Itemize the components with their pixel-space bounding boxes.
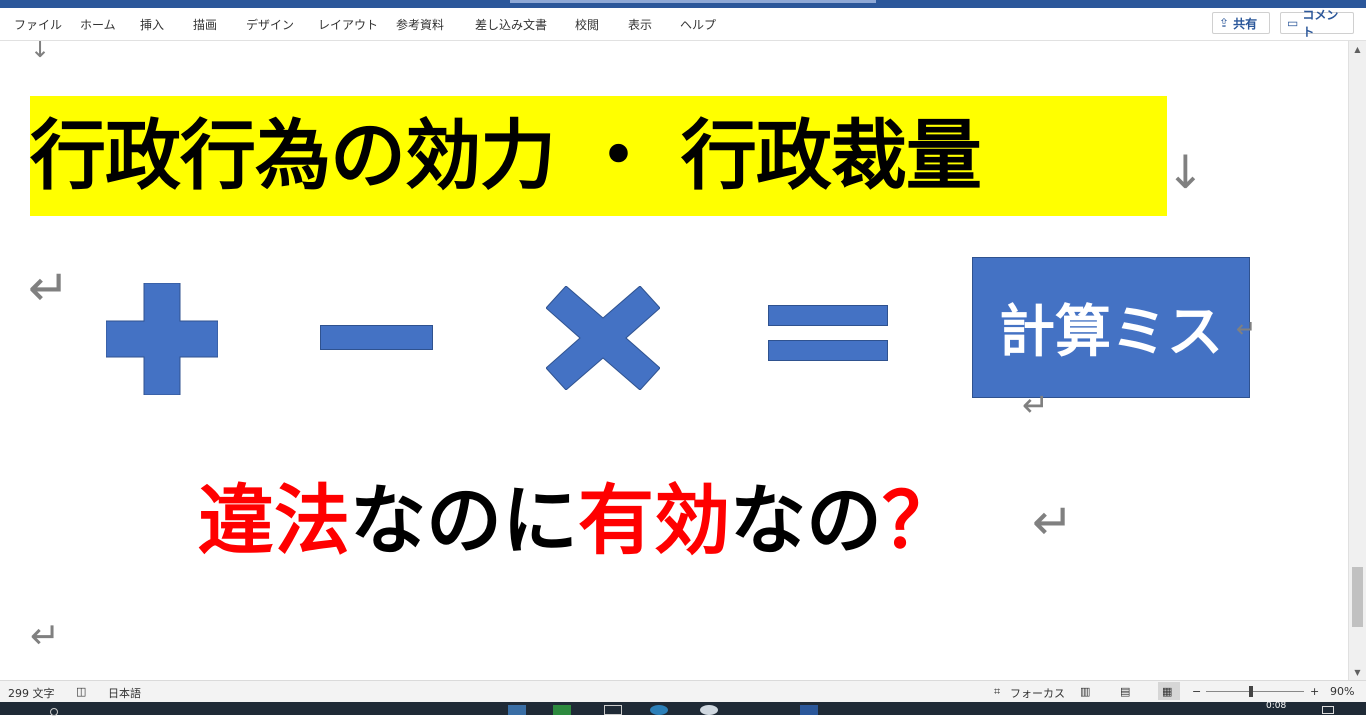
taskbar-app-2-icon[interactable] [553,705,571,715]
question-line: 違法なのに有効なの？ [198,471,958,571]
comment-icon: ▭ [1287,16,1299,30]
tab-home[interactable]: ホーム [80,16,116,33]
title-bar-strip [0,0,1366,8]
document-title: 行政行為の効力 ・ 行政裁量 [30,111,982,200]
scroll-thumb[interactable] [1352,567,1363,627]
calc-mistake-box[interactable]: 計算ミス [972,257,1250,398]
vertical-scrollbar[interactable]: ▲ ▼ [1348,41,1366,680]
tab-review[interactable]: 校閲 [575,16,599,33]
tab-help[interactable]: ヘルプ [680,16,716,33]
question-illegal: 違法 [198,476,350,565]
taskbar-browser-icon[interactable] [650,705,668,715]
print-layout-icon[interactable]: ▤ [1120,685,1130,698]
question-valid: 有効 [578,476,730,565]
line-break-mark-title: ↓ [1166,145,1205,199]
minus-shape[interactable] [320,325,433,351]
zoom-level[interactable]: 90% [1330,685,1354,698]
zoom-slider-track[interactable] [1206,691,1304,692]
comments-label: コメント [1302,8,1339,39]
taskbar: 0:08 [0,702,1366,716]
scroll-down-icon[interactable]: ▼ [1349,664,1366,680]
multiply-shape[interactable] [546,286,660,390]
question-mark: ？ [882,476,958,565]
taskbar-word-icon[interactable] [800,705,818,715]
taskbar-app-3-icon[interactable] [604,705,622,715]
web-layout-glyph: ▦ [1162,685,1173,698]
paragraph-mark-top: ↓ [30,41,51,63]
tab-view[interactable]: 表示 [628,16,652,33]
tab-file[interactable]: ファイル [14,16,62,33]
zoom-in-button[interactable]: + [1310,685,1319,698]
paragraph-mark-2: ↵ [1022,386,1049,424]
share-icon: ⇪ [1219,16,1230,30]
comments-button[interactable]: ▭ コメント [1280,8,1354,39]
share-label: 共有 [1233,16,1258,31]
zoom-slider-thumb[interactable] [1249,686,1253,697]
share-button[interactable]: ⇪ 共有 [1212,12,1270,34]
paragraph-mark-box: ↵ [1236,315,1257,343]
tab-insert[interactable]: 挿入 [140,16,164,33]
tab-layout[interactable]: レイアウト [318,16,378,33]
tab-draw[interactable]: 描画 [193,16,217,33]
document-canvas[interactable]: ↓ 行政行為の効力 ・ 行政裁量 ↓ ↵ 計算ミス ↵ ↵ 違法なのに有効なの？… [0,41,1348,680]
question-is-it: なの [730,476,882,565]
equals-shape[interactable] [768,305,888,362]
proofing-icon[interactable]: ◫ [76,685,86,698]
plus-shape[interactable] [106,283,218,395]
question-but: なのに [350,476,578,565]
paragraph-mark-4: ↵ [30,616,61,657]
language-indicator[interactable]: 日本語 [108,685,141,701]
focus-icon[interactable]: ⌗ [994,685,1000,699]
taskbar-app-1-icon[interactable] [508,705,526,715]
notification-icon[interactable] [1322,706,1334,714]
tab-design[interactable]: デザイン [246,16,294,33]
focus-mode-label[interactable]: フォーカス [1010,685,1065,701]
paragraph-mark-3: ↵ [1032,493,1074,551]
tab-mailings[interactable]: 差し込み文書 [475,16,547,33]
read-mode-icon[interactable]: ▥ [1080,685,1090,698]
title-bar-highlight [510,0,876,3]
zoom-out-button[interactable]: − [1192,685,1201,698]
word-count[interactable]: 299 文字 [8,685,55,701]
taskbar-app-5-icon[interactable] [700,705,718,715]
tab-references[interactable]: 参考資料 [396,16,444,33]
ribbon-tabs: ファイル ホーム 挿入 描画 デザイン レイアウト 参考資料 差し込み文書 校閲… [0,8,1366,41]
clock[interactable]: 0:08 [1266,702,1296,712]
scroll-up-icon[interactable]: ▲ [1349,41,1366,57]
paragraph-mark-1: ↵ [28,259,70,317]
status-bar: 299 文字 ◫ 日本語 ⌗ フォーカス ▥ ▤ ▦ − + 90% [0,680,1366,702]
